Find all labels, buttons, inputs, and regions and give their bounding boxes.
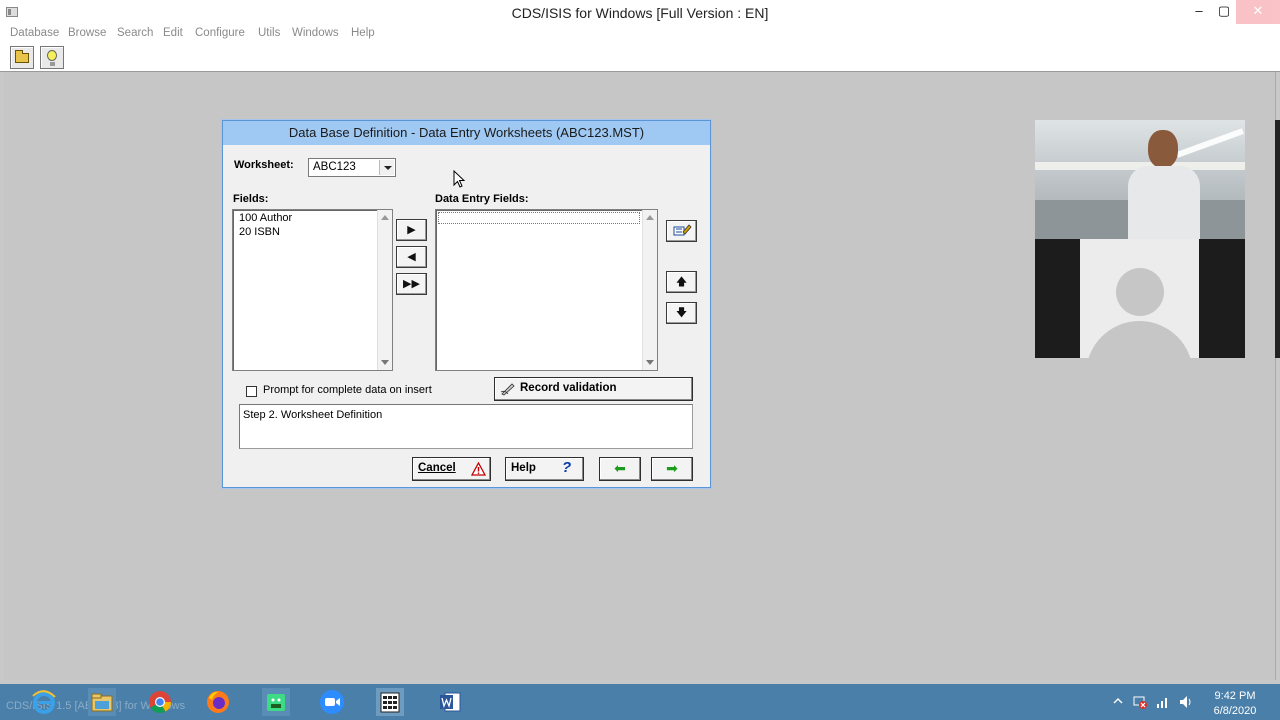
cdsisis-taskbutton[interactable]	[376, 688, 404, 716]
arrow-down-icon: 🡇	[675, 307, 688, 319]
dialog-title: Data Base Definition - Data Entry Worksh…	[223, 121, 710, 145]
help-label: Help	[511, 462, 536, 474]
scroll-up-icon[interactable]	[378, 212, 392, 224]
main-title-bar: CDS/ISIS for Windows [Full Version : EN]…	[0, 0, 1280, 26]
arrow-up-icon: 🡅	[675, 276, 688, 288]
fields-list[interactable]: 100 Author 20 ISBN	[232, 209, 393, 371]
fields-scrollbar[interactable]	[377, 210, 392, 370]
record-validation-button[interactable]: Record validation	[494, 377, 693, 401]
chrome-icon[interactable]	[146, 688, 174, 716]
avatar-body-icon	[1086, 321, 1193, 358]
file-explorer-taskbutton[interactable]	[88, 688, 116, 716]
next-button[interactable]: ➡	[651, 457, 693, 481]
menu-database[interactable]: Database	[10, 27, 59, 39]
webcam-video-feed	[1035, 120, 1245, 239]
menu-help[interactable]: Help	[351, 27, 375, 39]
worksheet-label: Worksheet:	[234, 159, 294, 171]
video-edge-strip	[1275, 120, 1280, 358]
tray-clock[interactable]: 9:42 PM 6/8/2020	[1206, 689, 1264, 719]
data-entry-fields-label: Data Entry Fields:	[435, 193, 529, 205]
network-warning-icon[interactable]	[1132, 694, 1148, 710]
signal-icon[interactable]	[1155, 694, 1171, 710]
data-entry-fields-list[interactable]	[435, 209, 658, 371]
android-studio-taskbutton[interactable]	[262, 688, 290, 716]
close-button[interactable]: ✕	[1236, 0, 1280, 24]
firefox-icon[interactable]	[204, 688, 232, 716]
word-icon[interactable]	[436, 688, 464, 716]
arrow-left-icon: ◀	[407, 251, 416, 263]
worksheet-select-value: ABC123	[313, 161, 356, 173]
scroll-up-icon[interactable]	[643, 212, 657, 224]
question-mark-icon: ?	[562, 459, 572, 476]
menu-windows[interactable]: Windows	[292, 27, 339, 39]
add-all-fields-button[interactable]: ▶▶	[396, 273, 427, 295]
step-description-box: Step 2. Worksheet Definition	[239, 404, 693, 449]
menu-bar: Database Browse Search Edit Configure Ut…	[0, 26, 1280, 42]
toolbar	[0, 42, 1280, 72]
help-button[interactable]: Help ?	[505, 457, 584, 481]
back-button[interactable]: ⬅	[599, 457, 641, 481]
folder-open-icon	[15, 50, 29, 63]
file-explorer-icon	[91, 693, 113, 712]
list-item[interactable]: 100 Author	[239, 212, 292, 224]
next-arrow-icon: ➡	[666, 460, 678, 476]
cdsisis-icon	[380, 692, 400, 713]
zoom-icon[interactable]	[318, 688, 346, 716]
move-up-button[interactable]: 🡅	[666, 271, 697, 293]
prompt-complete-checkbox[interactable]	[246, 386, 257, 397]
record-validation-label: Record validation	[520, 382, 617, 394]
tips-button[interactable]	[40, 46, 64, 69]
list-item[interactable]: 20 ISBN	[239, 226, 280, 238]
clock-date: 6/8/2020	[1213, 705, 1257, 717]
edit-pencil-icon	[673, 224, 692, 236]
menu-utils[interactable]: Utils	[258, 27, 280, 39]
lightbulb-icon	[47, 50, 57, 66]
cancel-button[interactable]: Cancel	[412, 457, 491, 481]
arrow-right-icon: ▶	[407, 224, 416, 236]
remove-field-button[interactable]: ◀	[396, 246, 427, 268]
move-down-button[interactable]: 🡇	[666, 302, 697, 324]
worksheet-select[interactable]: ABC123	[308, 158, 396, 177]
internet-explorer-icon[interactable]	[30, 688, 58, 716]
volume-icon[interactable]	[1178, 694, 1194, 710]
chevron-down-icon[interactable]	[379, 160, 394, 175]
tray-overflow-icon[interactable]	[1112, 696, 1124, 706]
taskbar: CDS/ISIS 1.5 [ABC123] for Windows	[0, 684, 1280, 720]
list-focus-rect	[438, 212, 640, 224]
fields-label: Fields:	[233, 193, 269, 205]
clock-time: 9:42 PM	[1214, 690, 1256, 702]
validation-pen-icon	[500, 383, 515, 396]
avatar-head-icon	[1116, 268, 1164, 316]
double-arrow-right-icon: ▶▶	[403, 278, 420, 290]
step-text: Step 2. Worksheet Definition	[243, 409, 383, 421]
menu-configure[interactable]: Configure	[195, 27, 245, 39]
data-entry-scrollbar[interactable]	[642, 210, 657, 370]
open-database-button[interactable]	[10, 46, 34, 69]
edit-field-button[interactable]	[666, 220, 697, 242]
cancel-label: Cancel	[418, 462, 456, 474]
scroll-down-icon[interactable]	[643, 356, 657, 368]
mouse-cursor-icon	[453, 170, 466, 188]
warning-icon	[471, 462, 486, 476]
scroll-down-icon[interactable]	[378, 356, 392, 368]
menu-search[interactable]: Search	[117, 27, 153, 39]
menu-edit[interactable]: Edit	[163, 27, 183, 39]
main-window-title: CDS/ISIS for Windows [Full Version : EN]	[511, 5, 769, 21]
participant-video-placeholder	[1035, 239, 1245, 358]
prompt-complete-label: Prompt for complete data on insert	[263, 384, 432, 396]
maximize-button[interactable]: ▢	[1209, 0, 1239, 24]
android-studio-icon	[267, 694, 285, 711]
back-arrow-icon: ⬅	[614, 460, 626, 476]
add-field-button[interactable]: ▶	[396, 219, 427, 241]
menu-browse[interactable]: Browse	[68, 27, 106, 39]
